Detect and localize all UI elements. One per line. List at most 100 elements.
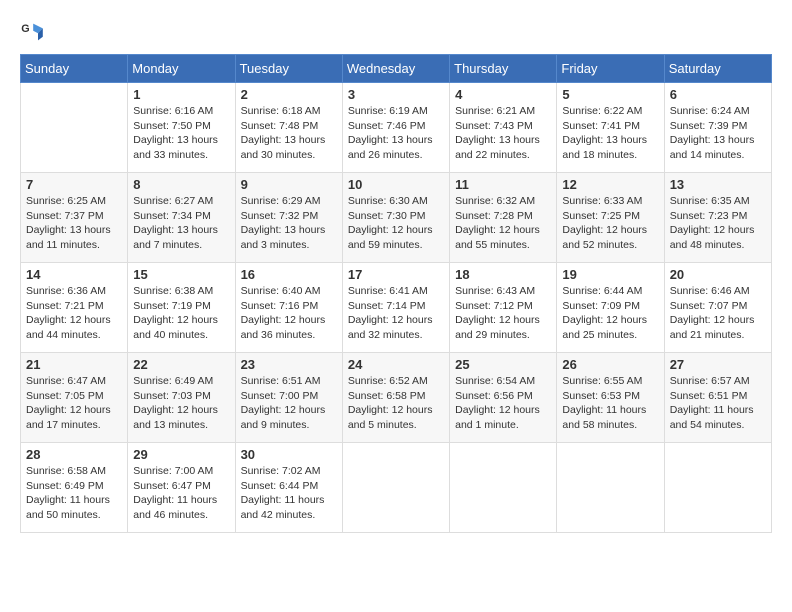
day-info: Sunrise: 6:58 AM Sunset: 6:49 PM Dayligh… <box>26 464 122 523</box>
day-info: Sunrise: 6:49 AM Sunset: 7:03 PM Dayligh… <box>133 374 229 433</box>
calendar-cell: 11 Sunrise: 6:32 AM Sunset: 7:28 PM Dayli… <box>450 173 557 263</box>
day-number: 25 <box>455 357 551 372</box>
day-number: 17 <box>348 267 444 282</box>
calendar-header: SundayMondayTuesdayWednesdayThursdayFrid… <box>21 55 772 83</box>
calendar-cell: 13 Sunrise: 6:35 AM Sunset: 7:23 PM Dayli… <box>664 173 771 263</box>
calendar-cell <box>342 443 449 533</box>
header-row: SundayMondayTuesdayWednesdayThursdayFrid… <box>21 55 772 83</box>
day-info: Sunrise: 6:19 AM Sunset: 7:46 PM Dayligh… <box>348 104 444 163</box>
calendar-week-row: 14 Sunrise: 6:36 AM Sunset: 7:21 PM Dayli… <box>21 263 772 353</box>
day-number: 1 <box>133 87 229 102</box>
day-info: Sunrise: 6:44 AM Sunset: 7:09 PM Dayligh… <box>562 284 658 343</box>
calendar-cell: 3Sunrise: 6:19 AM Sunset: 7:46 PM Daylig… <box>342 83 449 173</box>
header-day: Friday <box>557 55 664 83</box>
header-day: Wednesday <box>342 55 449 83</box>
day-number: 15 <box>133 267 229 282</box>
header-day: Monday <box>128 55 235 83</box>
day-info: Sunrise: 6:25 AM Sunset: 7:37 PM Dayligh… <box>26 194 122 253</box>
header-day: Tuesday <box>235 55 342 83</box>
day-info: Sunrise: 6:38 AM Sunset: 7:19 PM Dayligh… <box>133 284 229 343</box>
day-number: 5 <box>562 87 658 102</box>
calendar-cell: 20 Sunrise: 6:46 AM Sunset: 7:07 PM Dayli… <box>664 263 771 353</box>
calendar-table: SundayMondayTuesdayWednesdayThursdayFrid… <box>20 54 772 533</box>
day-number: 4 <box>455 87 551 102</box>
day-info: Sunrise: 6:24 AM Sunset: 7:39 PM Dayligh… <box>670 104 766 163</box>
calendar-cell: 2Sunrise: 6:18 AM Sunset: 7:48 PM Daylig… <box>235 83 342 173</box>
svg-text:G: G <box>21 23 29 35</box>
calendar-week-row: 1Sunrise: 6:16 AM Sunset: 7:50 PM Daylig… <box>21 83 772 173</box>
calendar-week-row: 21 Sunrise: 6:47 AM Sunset: 7:05 PM Dayli… <box>21 353 772 443</box>
day-info: Sunrise: 6:47 AM Sunset: 7:05 PM Dayligh… <box>26 374 122 433</box>
day-number: 16 <box>241 267 337 282</box>
calendar-week-row: 7 Sunrise: 6:25 AM Sunset: 7:37 PM Daylig… <box>21 173 772 263</box>
calendar-cell: 30 Sunrise: 7:02 AM Sunset: 6:44 PM Dayli… <box>235 443 342 533</box>
calendar-cell: 24 Sunrise: 6:52 AM Sunset: 6:58 PM Dayli… <box>342 353 449 443</box>
calendar-cell: 23 Sunrise: 6:51 AM Sunset: 7:00 PM Dayli… <box>235 353 342 443</box>
day-info: Sunrise: 6:33 AM Sunset: 7:25 PM Dayligh… <box>562 194 658 253</box>
calendar-cell: 5 Sunrise: 6:22 AM Sunset: 7:41 PM Daylig… <box>557 83 664 173</box>
day-number: 14 <box>26 267 122 282</box>
day-number: 23 <box>241 357 337 372</box>
day-number: 9 <box>241 177 337 192</box>
logo: G <box>20 20 48 44</box>
calendar-cell: 17 Sunrise: 6:41 AM Sunset: 7:14 PM Dayli… <box>342 263 449 353</box>
day-info: Sunrise: 7:02 AM Sunset: 6:44 PM Dayligh… <box>241 464 337 523</box>
day-info: Sunrise: 6:51 AM Sunset: 7:00 PM Dayligh… <box>241 374 337 433</box>
day-number: 2 <box>241 87 337 102</box>
day-info: Sunrise: 6:35 AM Sunset: 7:23 PM Dayligh… <box>670 194 766 253</box>
day-number: 20 <box>670 267 766 282</box>
day-number: 13 <box>670 177 766 192</box>
day-number: 18 <box>455 267 551 282</box>
calendar-cell: 22 Sunrise: 6:49 AM Sunset: 7:03 PM Dayli… <box>128 353 235 443</box>
day-number: 29 <box>133 447 229 462</box>
day-number: 28 <box>26 447 122 462</box>
day-number: 22 <box>133 357 229 372</box>
day-number: 7 <box>26 177 122 192</box>
day-number: 24 <box>348 357 444 372</box>
day-number: 26 <box>562 357 658 372</box>
day-info: Sunrise: 6:41 AM Sunset: 7:14 PM Dayligh… <box>348 284 444 343</box>
calendar-cell: 1Sunrise: 6:16 AM Sunset: 7:50 PM Daylig… <box>128 83 235 173</box>
day-info: Sunrise: 6:32 AM Sunset: 7:28 PM Dayligh… <box>455 194 551 253</box>
calendar-cell: 7 Sunrise: 6:25 AM Sunset: 7:37 PM Daylig… <box>21 173 128 263</box>
day-info: Sunrise: 6:27 AM Sunset: 7:34 PM Dayligh… <box>133 194 229 253</box>
calendar-cell <box>450 443 557 533</box>
day-number: 21 <box>26 357 122 372</box>
calendar-cell: 21 Sunrise: 6:47 AM Sunset: 7:05 PM Dayli… <box>21 353 128 443</box>
day-number: 11 <box>455 177 551 192</box>
header-day: Sunday <box>21 55 128 83</box>
day-info: Sunrise: 6:57 AM Sunset: 6:51 PM Dayligh… <box>670 374 766 433</box>
day-number: 30 <box>241 447 337 462</box>
calendar-cell: 8 Sunrise: 6:27 AM Sunset: 7:34 PM Daylig… <box>128 173 235 263</box>
calendar-cell: 25 Sunrise: 6:54 AM Sunset: 6:56 PM Dayli… <box>450 353 557 443</box>
header-day: Saturday <box>664 55 771 83</box>
calendar-cell: 29 Sunrise: 7:00 AM Sunset: 6:47 PM Dayli… <box>128 443 235 533</box>
calendar-cell: 18 Sunrise: 6:43 AM Sunset: 7:12 PM Dayli… <box>450 263 557 353</box>
day-number: 6 <box>670 87 766 102</box>
calendar-cell: 28 Sunrise: 6:58 AM Sunset: 6:49 PM Dayli… <box>21 443 128 533</box>
header-day: Thursday <box>450 55 557 83</box>
day-info: Sunrise: 6:55 AM Sunset: 6:53 PM Dayligh… <box>562 374 658 433</box>
calendar-week-row: 28 Sunrise: 6:58 AM Sunset: 6:49 PM Dayli… <box>21 443 772 533</box>
day-info: Sunrise: 6:46 AM Sunset: 7:07 PM Dayligh… <box>670 284 766 343</box>
day-info: Sunrise: 6:30 AM Sunset: 7:30 PM Dayligh… <box>348 194 444 253</box>
calendar-cell: 19Sunrise: 6:44 AM Sunset: 7:09 PM Dayli… <box>557 263 664 353</box>
header: G <box>20 20 772 44</box>
calendar-cell: 9Sunrise: 6:29 AM Sunset: 7:32 PM Daylig… <box>235 173 342 263</box>
day-number: 8 <box>133 177 229 192</box>
day-info: Sunrise: 6:36 AM Sunset: 7:21 PM Dayligh… <box>26 284 122 343</box>
day-info: Sunrise: 6:52 AM Sunset: 6:58 PM Dayligh… <box>348 374 444 433</box>
calendar-cell: 4 Sunrise: 6:21 AM Sunset: 7:43 PM Daylig… <box>450 83 557 173</box>
calendar-cell: 14 Sunrise: 6:36 AM Sunset: 7:21 PM Dayli… <box>21 263 128 353</box>
day-info: Sunrise: 6:43 AM Sunset: 7:12 PM Dayligh… <box>455 284 551 343</box>
calendar-cell: 16Sunrise: 6:40 AM Sunset: 7:16 PM Dayli… <box>235 263 342 353</box>
calendar-cell <box>21 83 128 173</box>
day-info: Sunrise: 6:21 AM Sunset: 7:43 PM Dayligh… <box>455 104 551 163</box>
calendar-cell: 12Sunrise: 6:33 AM Sunset: 7:25 PM Dayli… <box>557 173 664 263</box>
day-info: Sunrise: 6:54 AM Sunset: 6:56 PM Dayligh… <box>455 374 551 433</box>
calendar-body: 1Sunrise: 6:16 AM Sunset: 7:50 PM Daylig… <box>21 83 772 533</box>
calendar-cell <box>557 443 664 533</box>
calendar-cell: 27Sunrise: 6:57 AM Sunset: 6:51 PM Dayli… <box>664 353 771 443</box>
day-info: Sunrise: 6:22 AM Sunset: 7:41 PM Dayligh… <box>562 104 658 163</box>
day-info: Sunrise: 7:00 AM Sunset: 6:47 PM Dayligh… <box>133 464 229 523</box>
